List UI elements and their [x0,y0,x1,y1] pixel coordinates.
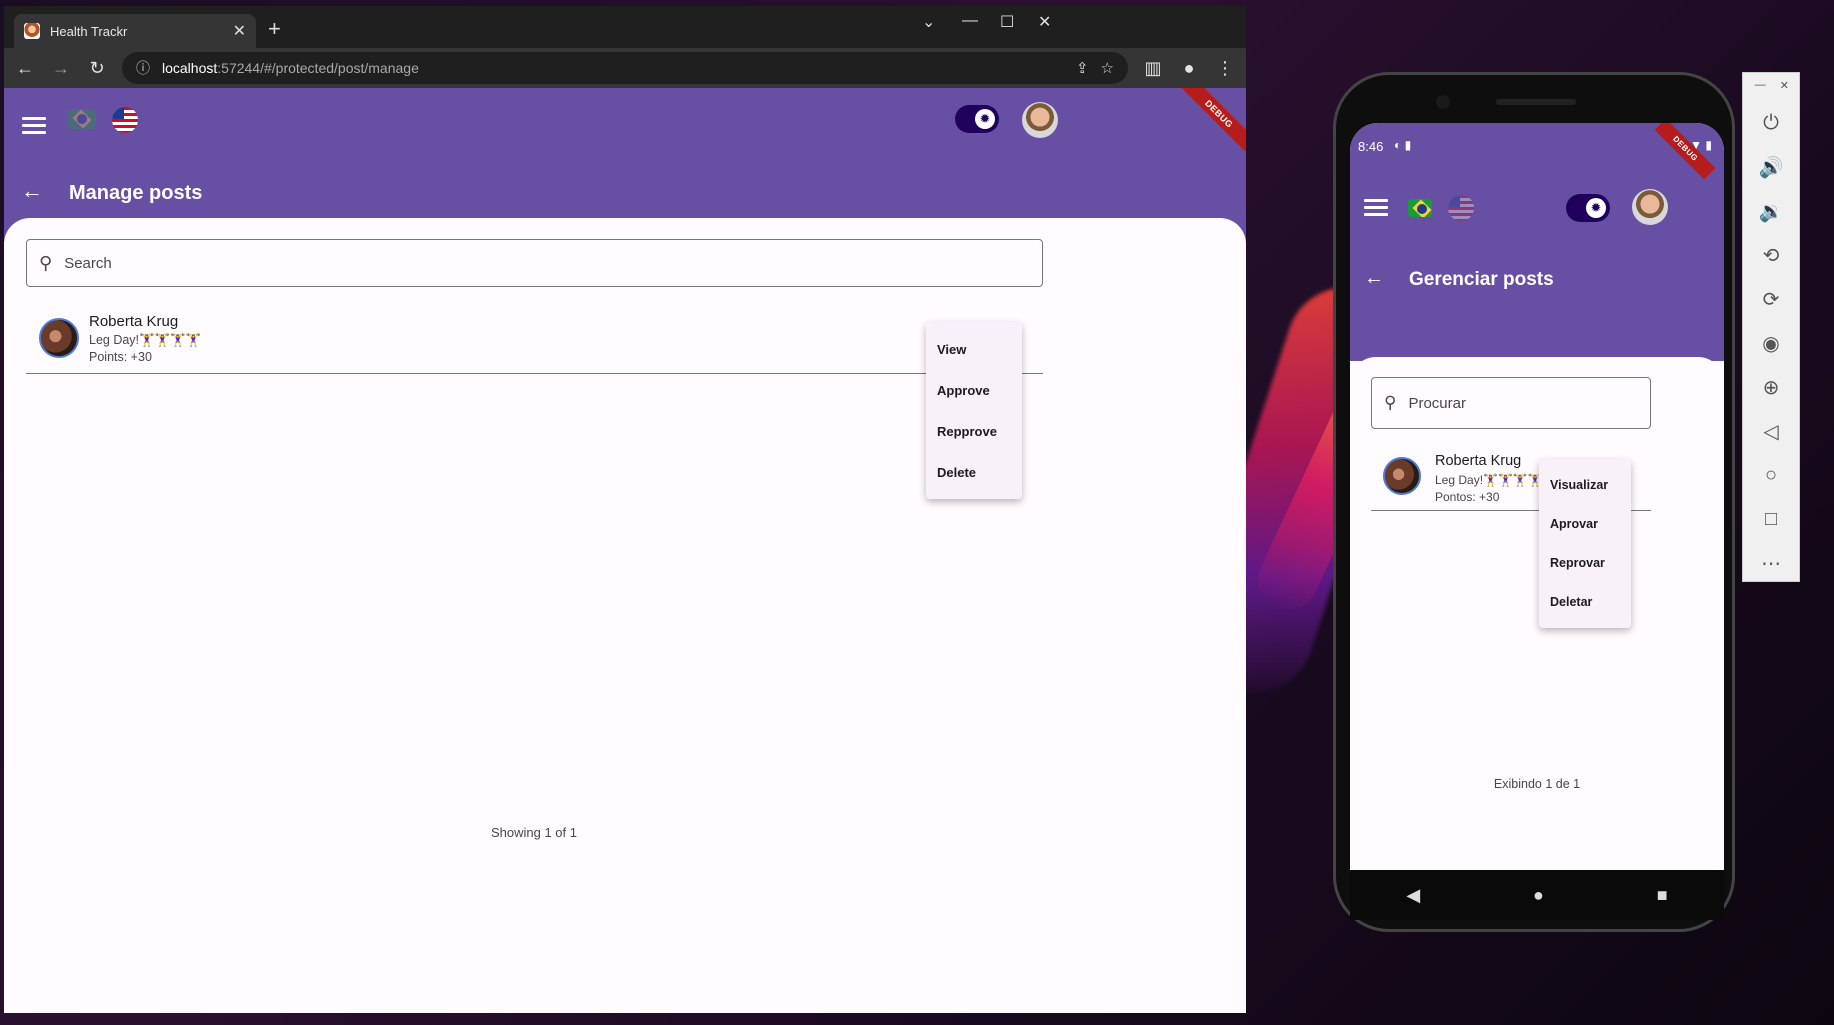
post-description: Leg Day!🏋️‍♀️🏋️‍♀️🏋️‍♀️🏋️‍♀️ [89,333,202,347]
back-icon[interactable]: ← [14,58,36,79]
browser-tab[interactable]: Health Trackr ✕ [14,14,256,48]
browser-window: Health Trackr ✕ + ⌄ — ☐ ✕ ← → ↻ ⓘ localh… [4,6,1246,1013]
reload-icon[interactable]: ↻ [86,58,108,79]
post-actions-menu: Visualizar Aprovar Reprovar Deletar [1539,459,1631,628]
android-emulator-device: 8:46 ◐ ▮ ▼ ▮ ✹ DEBUG ← Gerenciar posts ⚲… [1333,72,1735,932]
user-avatar[interactable] [1022,102,1058,138]
theme-toggle[interactable]: ✹ [955,105,999,133]
phone-speaker [1496,99,1576,105]
forward-icon[interactable]: → [50,58,72,79]
share-icon[interactable]: ⇪ [1076,59,1089,77]
mobile-app-bar: ✹ DEBUG ← Gerenciar posts [1350,123,1724,361]
post-author-avatar [1383,457,1421,495]
rotate-left-icon[interactable]: ⟲ [1743,233,1799,277]
web-app: ✹ DEBUG ← Manage posts ⚲ Roberta Krug Le… [4,88,1246,1013]
us-flag-icon[interactable] [112,107,138,133]
site-info-icon[interactable]: ⓘ [136,58,150,78]
back-arrow-icon[interactable]: ← [1364,267,1384,290]
user-avatar[interactable] [1632,189,1668,225]
search-field[interactable]: ⚲ [1371,377,1651,429]
mobile-main-content: ⚲ Roberta Krug Leg Day!🏋️‍♀️🏋️‍♀️🏋️‍♀️🏋️… [1350,357,1724,812]
more-icon[interactable]: ⋯ [1743,541,1799,585]
menu-icon[interactable] [1364,195,1388,220]
theme-toggle[interactable]: ✹ [1566,194,1610,222]
post-author-name: Roberta Krug [1435,453,1522,469]
menu-item-delete[interactable]: Deletar [1550,595,1592,609]
pagination-status: Exibindo 1 de 1 [1493,777,1581,791]
search-icon: ⚲ [39,252,53,273]
brazil-flag-icon[interactable] [68,109,96,129]
brazil-flag-icon[interactable] [1408,199,1432,217]
emulator-close-icon[interactable]: ✕ [1780,79,1789,101]
search-field[interactable]: ⚲ [26,239,1043,287]
search-input[interactable] [64,254,1030,272]
tab-bar: Health Trackr ✕ + ⌄ — ☐ ✕ [4,6,1246,48]
sun-icon: ✹ [1586,198,1606,218]
post-author-name: Roberta Krug [89,313,179,330]
emulator-toolbar: — ✕ ⏻ 🔊 🔉 ⟲ ⟳ ◉ ⊕ ◁ ○ □ ⋯ [1742,72,1800,582]
emulator-minimize-icon[interactable]: — [1755,79,1766,101]
post-points: Points: +30 [89,350,152,364]
pagination-status: Showing 1 of 1 [490,825,577,840]
tab-title: Health Trackr [50,23,128,39]
profile-icon[interactable]: ● [1178,58,1200,79]
post-list-item[interactable]: Roberta Krug Leg Day!🏋️‍♀️🏋️‍♀️🏋️‍♀️🏋️‍♀… [26,308,1043,374]
volume-down-icon[interactable]: 🔉 [1743,189,1799,233]
camera-icon[interactable]: ◉ [1743,321,1799,365]
kebab-menu-icon[interactable]: ⋮ [1214,58,1236,79]
status-time: 8:46 [1358,139,1384,154]
tab-search-icon[interactable]: ⌄ [922,12,935,32]
url-text[interactable]: localhost:57244/#/protected/post/manage [162,60,1064,76]
back-arrow-icon[interactable]: ← [21,178,43,204]
us-flag-icon[interactable] [1448,195,1474,221]
volume-up-icon[interactable]: 🔊 [1743,145,1799,189]
nav-home-icon[interactable]: ● [1533,885,1544,906]
debug-banner: DEBUG [1181,88,1246,152]
back-triangle-icon[interactable]: ◁ [1743,409,1799,453]
menu-item-approve[interactable]: Aprovar [1550,517,1598,531]
favicon-icon [24,23,40,39]
main-content: ⚲ Roberta Krug Leg Day!🏋️‍♀️🏋️‍♀️🏋️‍♀️🏋️… [4,218,1246,1013]
post-points: Pontos: +30 [1435,490,1500,504]
home-circle-icon[interactable]: ○ [1743,453,1799,497]
menu-icon[interactable] [22,113,46,138]
nav-back-icon[interactable]: ◀ [1406,885,1420,906]
sun-icon: ✹ [975,109,995,129]
search-input[interactable] [1408,394,1638,412]
android-nav-bar: ◀ ● ■ [1350,870,1724,920]
omnibox[interactable]: ⓘ localhost:57244/#/protected/post/manag… [122,52,1128,84]
url-host: localhost [162,60,218,76]
menu-item-view[interactable]: Visualizar [1550,478,1608,492]
bookmark-star-icon[interactable]: ☆ [1101,59,1114,77]
menu-item-reprove[interactable]: Repprove [937,424,997,439]
zoom-icon[interactable]: ⊕ [1743,365,1799,409]
post-description: Leg Day!🏋️‍♀️🏋️‍♀️🏋️‍♀️🏋️‍♀️ [1435,473,1543,487]
tab-close-icon[interactable]: ✕ [233,21,246,41]
post-author-avatar [39,318,79,358]
address-bar-row: ← → ↻ ⓘ localhost:57244/#/protected/post… [4,48,1246,88]
nav-recents-icon[interactable]: ■ [1657,885,1668,906]
post-actions-menu: View Approve Repprove Delete [926,322,1022,499]
minimize-icon[interactable]: — [962,12,978,30]
menu-item-approve[interactable]: Approve [937,383,990,398]
side-panel-icon[interactable]: ▥ [1142,58,1164,79]
overview-square-icon[interactable]: □ [1743,497,1799,541]
rotate-right-icon[interactable]: ⟳ [1743,277,1799,321]
url-path: :57244/#/protected/post/manage [217,60,419,76]
search-icon: ⚲ [1384,393,1397,412]
camera-lens [1436,95,1450,109]
new-tab-button[interactable]: + [268,16,281,42]
menu-item-view[interactable]: View [937,342,966,357]
window-close-icon[interactable]: ✕ [1038,12,1051,32]
menu-item-reprove[interactable]: Reprovar [1550,556,1605,570]
status-notification-icons: ◐ ▮ [1394,138,1412,152]
power-icon[interactable]: ⏻ [1743,101,1799,145]
page-title: Manage posts [69,182,203,204]
menu-item-delete[interactable]: Delete [937,465,976,480]
page-title: Gerenciar posts [1409,269,1554,290]
phone-screen: 8:46 ◐ ▮ ▼ ▮ ✹ DEBUG ← Gerenciar posts ⚲… [1350,123,1724,870]
maximize-icon[interactable]: ☐ [1000,12,1014,32]
